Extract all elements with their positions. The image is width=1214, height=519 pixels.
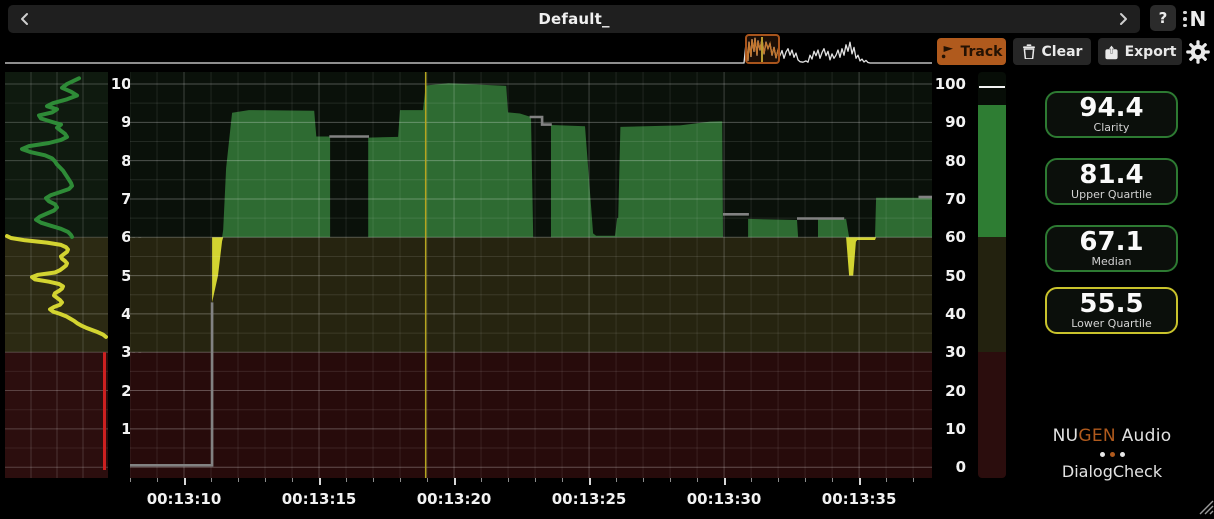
upper-quartile-value: 81.4 [1079,162,1143,188]
x-axis-tick [805,478,806,482]
resize-grip-icon [1196,497,1214,515]
clarity-plot-canvas [130,72,932,478]
next-preset-button[interactable] [1116,12,1130,26]
export-button[interactable]: Export [1098,38,1182,65]
meter-peak-marker [979,86,1005,88]
x-axis-tick [184,478,186,485]
y-axis-label: 10 [932,420,966,438]
x-axis-tick [427,478,428,482]
nugen-logo-letter: N [1190,9,1207,29]
x-axis-time-label: 00:13:25 [549,490,629,508]
median-label: Median [1091,255,1131,268]
trash-icon [1022,44,1036,59]
x-axis-tick [508,478,509,482]
x-axis-tick [886,478,887,482]
export-icon [1104,44,1119,60]
help-button[interactable]: ? [1150,5,1176,31]
preset-name[interactable]: Default_ [538,10,609,28]
upper-quartile-label: Upper Quartile [1071,188,1152,201]
track-button[interactable]: Track [937,38,1006,65]
chevron-right-icon [1116,12,1130,26]
x-axis-tick [157,478,158,482]
x-axis-tick [238,478,239,482]
gear-icon [1185,39,1211,65]
y-axis-label: 0 [932,458,966,476]
track-label: Track [961,44,1003,60]
x-axis-time-label: 00:13:15 [279,490,359,508]
x-axis-tick [481,478,482,482]
navigator-waveform [0,31,936,65]
track-flag-icon [941,44,955,59]
x-axis-tick [292,478,293,482]
lower-quartile-value: 55.5 [1079,291,1143,317]
export-label: Export [1125,44,1177,60]
chevron-left-icon [18,12,32,26]
x-axis-tick [859,478,861,485]
clarity-time-plot[interactable] [130,72,932,478]
x-axis-tick [832,478,833,482]
x-axis-tick [616,478,617,482]
x-axis-tick [535,478,536,482]
meter-bar [978,105,1006,237]
x-axis-tick [211,478,212,482]
x-axis-time-label: 00:13:10 [144,490,224,508]
y-axis-label: 50 [932,267,966,285]
y-axis-label: 30 [932,343,966,361]
y-axis-label: 40 [932,305,966,323]
clarity-distribution-curve [5,72,108,478]
settings-button[interactable] [1185,39,1211,65]
x-axis-time-label: 00:13:20 [414,490,494,508]
median-card: 67.1 Median [1045,225,1178,272]
brand-block: NUGEN Audio DialogCheck [1040,426,1184,481]
previous-preset-button[interactable] [18,12,32,26]
clarity-value: 94.4 [1079,95,1143,121]
x-axis-tick [319,478,321,485]
resize-grip[interactable] [1196,497,1214,515]
x-axis-tick [265,478,266,482]
y-axis-label: 20 [932,382,966,400]
y-axis-label: 90 [932,113,966,131]
x-axis: 00:13:10 00:13:15 00:13:20 00:13:25 00:13:30… [130,478,932,514]
nugen-logo-dots-icon [1183,11,1187,28]
lower-quartile-card: 55.5 Lower Quartile [1045,287,1178,334]
x-axis-tick [373,478,374,482]
current-clarity-meter [978,72,1006,478]
y-axis-label: 70 [932,190,966,208]
median-value: 67.1 [1079,229,1143,255]
x-axis-tick [562,478,563,482]
preset-titlebar: Default_ [8,5,1140,33]
timeline-navigator[interactable] [0,31,936,65]
brand-dots-icon [1040,452,1184,457]
x-axis-time-label: 00:13:30 [684,490,764,508]
clarity-label: Clarity [1094,121,1130,134]
brand-gen: GEN [1078,426,1116,446]
help-label: ? [1159,9,1168,27]
product-name: DialogCheck [1040,462,1184,481]
x-axis-tick [724,478,726,485]
x-axis-tick [913,478,914,482]
x-axis-tick [778,478,779,482]
x-axis-tick [670,478,671,482]
clear-label: Clear [1042,44,1083,60]
x-axis-time-label: 00:13:35 [819,490,899,508]
x-axis-tick [346,478,347,482]
y-axis-label: 60 [932,228,966,246]
brand-name: NUGEN Audio [1040,426,1184,446]
lower-quartile-label: Lower Quartile [1071,317,1152,330]
y-axis-label: 100 [932,75,966,93]
dialogcheck-window: { "header": { "title": "Default_", "help… [0,0,1214,515]
nugen-logo-button[interactable]: N [1183,6,1213,32]
y-axis-label: 80 [932,152,966,170]
x-axis-tick [697,478,698,482]
upper-quartile-card: 81.4 Upper Quartile [1045,158,1178,205]
x-axis-tick [130,478,131,482]
x-axis-tick [454,478,456,485]
x-axis-tick [400,478,401,482]
clear-button[interactable]: Clear [1013,38,1091,65]
x-axis-tick [751,478,752,482]
clarity-card: 94.4 Clarity [1045,91,1178,138]
x-axis-tick [643,478,644,482]
clarity-histogram-panel [5,72,108,478]
x-axis-tick [589,478,591,485]
